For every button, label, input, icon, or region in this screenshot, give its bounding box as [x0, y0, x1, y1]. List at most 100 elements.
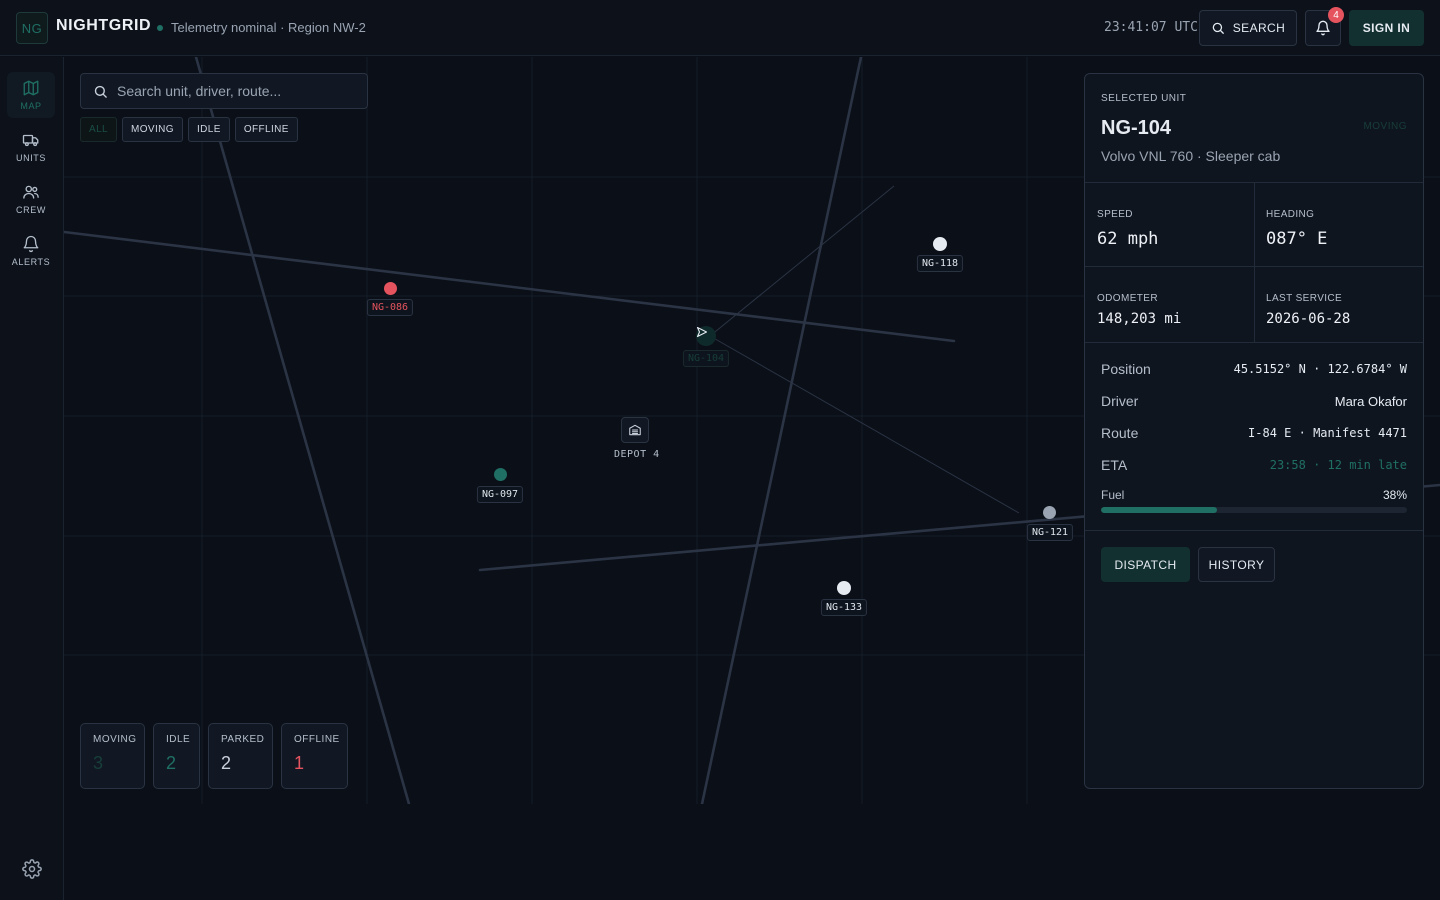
unit-label: NG-086: [366, 299, 414, 316]
unit-label: NG-133: [820, 599, 868, 616]
sidebar-item-alerts[interactable]: ALERTS: [7, 228, 55, 274]
top-bar: NG NIGHTGRID Telemetry nominal · Region …: [0, 0, 1440, 56]
metric-value: 62 mph: [1097, 229, 1159, 249]
stat-label: IDLE: [166, 734, 191, 745]
notification-count-badge: 4: [1328, 7, 1344, 23]
filter-chip-idle[interactable]: IDLE: [187, 117, 230, 142]
depot-label: DEPOT 4: [614, 449, 660, 460]
detail-label: Driver: [1101, 393, 1139, 409]
sidebar-item-label: CREW: [16, 205, 46, 215]
metric-divider: [1254, 183, 1255, 343]
unit-search-input[interactable]: [117, 83, 357, 99]
sidebar: MAP UNITS CREW ALERTS: [0, 57, 64, 900]
panel-divider: [1085, 530, 1423, 531]
search-icon: [1212, 22, 1224, 34]
stat-card-parked: PARKED 2: [208, 723, 273, 789]
sidebar-item-label: MAP: [20, 101, 42, 111]
status-indicator-dot: [157, 25, 163, 31]
metric-label: HEADING: [1266, 209, 1315, 220]
metric-value: 087° E: [1266, 229, 1328, 249]
dispatch-button[interactable]: DISPATCH: [1101, 547, 1190, 582]
detail-value: 45.5152° N · 122.6784° W: [1233, 362, 1407, 376]
vehicle-description: Volvo VNL 760 · Sleeper cab: [1101, 148, 1281, 164]
stat-label: PARKED: [221, 734, 265, 745]
detail-row-fuel: Fuel 38%: [1101, 485, 1407, 505]
search-button-label: SEARCH: [1232, 21, 1286, 35]
users-icon: [23, 185, 39, 199]
unit-label: NG-118: [916, 255, 964, 272]
detail-label: Fuel: [1101, 488, 1125, 502]
fuel-gauge-fill: [1101, 507, 1218, 513]
detail-row-route: Route I-84 E · Manifest 4471: [1101, 423, 1407, 443]
sidebar-item-units[interactable]: UNITS: [7, 124, 55, 170]
navigation-arrow-icon: [696, 326, 708, 338]
metric-value: 2026-06-28: [1266, 311, 1351, 327]
unit-marker-ng-118[interactable]: [933, 237, 947, 251]
bell-icon: [23, 235, 39, 253]
sign-in-button[interactable]: SIGN IN: [1349, 10, 1424, 46]
app-name: NIGHTGRID: [56, 17, 152, 34]
utc-clock: 23:41:07 UTC: [1104, 20, 1198, 35]
unit-details-panel: SELECTED UNIT NG-104 MOVING Volvo VNL 76…: [1084, 73, 1424, 789]
detail-value: Mara Okafor: [1334, 393, 1407, 409]
detail-value: 23:58 · 12 min late: [1269, 458, 1407, 472]
detail-label: Route: [1101, 425, 1139, 441]
map-icon: [23, 80, 39, 96]
gear-icon[interactable]: [22, 859, 42, 879]
unit-marker-ng-097[interactable]: [494, 468, 507, 481]
filter-chip-moving[interactable]: MOVING: [122, 117, 183, 142]
metric-value: 148,203 mi: [1097, 311, 1182, 327]
sidebar-item-label: ALERTS: [11, 257, 51, 267]
metric-last-service: LAST SERVICE 2026-06-28: [1254, 267, 1423, 343]
telemetry-status: Telemetry nominal · Region NW-2: [171, 20, 366, 35]
stat-card-idle: IDLE 2: [153, 723, 200, 789]
detail-row-eta: ETA 23:58 · 12 min late: [1101, 455, 1407, 475]
detail-label: Position: [1101, 361, 1151, 377]
metric-speed: SPEED 62 mph: [1085, 183, 1254, 267]
status-filter-chips: ALL MOVING IDLE OFFLINE: [80, 117, 298, 142]
unit-label: NG-121: [1026, 524, 1074, 541]
unit-label-selected: NG-104: [682, 350, 730, 367]
detail-row-driver: Driver Mara Okafor: [1101, 391, 1407, 411]
logo: NG: [16, 12, 48, 44]
depot-marker[interactable]: [621, 417, 649, 443]
metric-label: SPEED: [1097, 209, 1133, 220]
metric-heading: HEADING 087° E: [1254, 183, 1423, 267]
sidebar-item-label: UNITS: [16, 153, 46, 163]
filter-chip-offline[interactable]: OFFLINE: [234, 117, 298, 142]
search-button[interactable]: SEARCH: [1199, 10, 1297, 46]
search-icon: [94, 85, 107, 98]
sidebar-item-crew[interactable]: CREW: [7, 176, 55, 222]
history-button[interactable]: HISTORY: [1198, 547, 1275, 582]
status-badge: MOVING: [1363, 121, 1407, 132]
stat-label: MOVING: [93, 734, 137, 745]
fuel-percent: 38%: [1382, 488, 1407, 502]
detail-label: ETA: [1101, 457, 1128, 473]
unit-search-box[interactable]: [80, 73, 368, 109]
stat-card-offline: OFFLINE 1: [281, 723, 348, 789]
metric-label: LAST SERVICE: [1266, 293, 1343, 304]
fuel-gauge: [1101, 507, 1407, 513]
detail-row-position: Position 45.5152° N · 122.6784° W: [1101, 359, 1407, 379]
stat-card-moving: MOVING 3: [80, 723, 145, 789]
bell-icon: [1316, 20, 1330, 36]
stat-value: 2: [221, 753, 232, 773]
unit-marker-ng-104[interactable]: [696, 326, 716, 346]
unit-title: NG-104: [1101, 117, 1172, 139]
stat-value: 3: [93, 753, 104, 773]
detail-value: I-84 E · Manifest 4471: [1248, 426, 1407, 440]
panel-header: SELECTED UNIT NG-104 MOVING Volvo VNL 76…: [1085, 74, 1423, 183]
stat-value: 2: [166, 753, 177, 773]
sidebar-item-map[interactable]: MAP: [7, 72, 55, 118]
metric-label: ODOMETER: [1097, 293, 1158, 304]
metric-odometer: ODOMETER 148,203 mi: [1085, 267, 1254, 343]
panel-eyebrow: SELECTED UNIT: [1101, 93, 1187, 104]
unit-marker-ng-133[interactable]: [837, 581, 851, 595]
unit-marker-ng-121[interactable]: [1043, 506, 1056, 519]
stat-label: OFFLINE: [294, 734, 340, 745]
warehouse-icon: [629, 424, 641, 436]
unit-marker-ng-086[interactable]: [384, 282, 397, 295]
truck-icon: [22, 134, 39, 147]
stat-value: 1: [294, 753, 305, 773]
filter-chip-all[interactable]: ALL: [80, 117, 117, 142]
